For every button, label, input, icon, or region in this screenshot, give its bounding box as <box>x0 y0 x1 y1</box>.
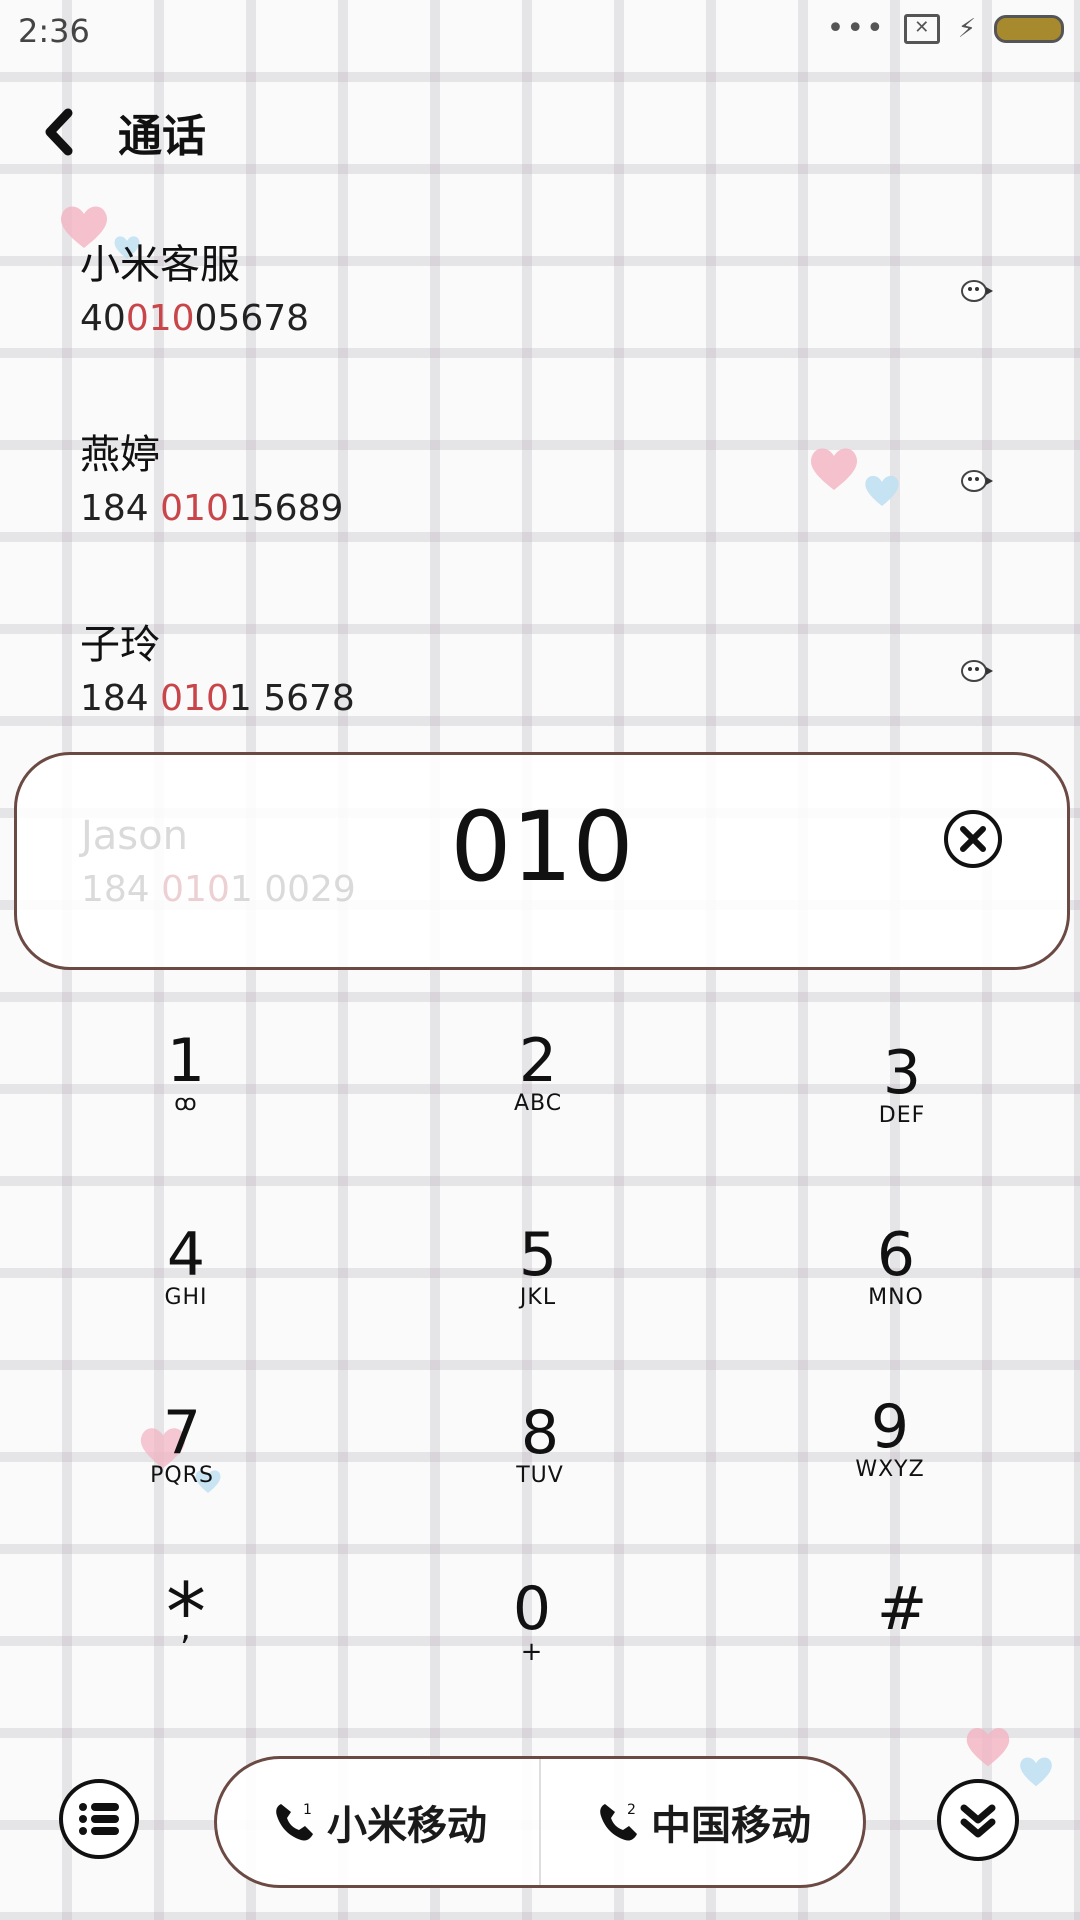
svg-text:1: 1 <box>303 1802 312 1818</box>
key-7[interactable]: 7 PQRS <box>62 1400 302 1550</box>
key-6[interactable]: 6 MNO <box>776 1222 1016 1372</box>
contact-number: 4001005678 <box>80 298 310 339</box>
key-1[interactable]: 1 ꝏ <box>66 1028 306 1178</box>
list-item[interactable]: 燕婷 184 01015689 <box>80 430 343 532</box>
key-2[interactable]: 2 ABC <box>418 1028 658 1178</box>
key-3[interactable]: 3 DEF <box>782 1040 1022 1190</box>
key-5[interactable]: 5 JKL <box>418 1222 658 1372</box>
contact-detail-icon[interactable] <box>960 468 994 494</box>
key-hash[interactable]: # <box>782 1576 1022 1726</box>
charging-icon: ⚡ <box>957 14 976 44</box>
key-4[interactable]: 4 GHI <box>66 1222 306 1372</box>
key-0[interactable]: 0 + <box>412 1576 652 1726</box>
menu-list-icon[interactable] <box>58 1778 140 1860</box>
status-time: 2:36 <box>18 12 90 50</box>
status-bar: 2:36 ••• ✕ ⚡ <box>0 0 1080 62</box>
phone-sim2-icon: 2 <box>600 1802 637 1841</box>
status-icons: ••• ✕ ⚡ <box>827 14 1064 44</box>
heart-decoration-icon <box>810 448 858 490</box>
contact-number: 184 01015689 <box>80 488 344 529</box>
heart-decoration-icon <box>865 475 899 506</box>
contact-detail-icon[interactable] <box>960 658 994 684</box>
contact-name: 小米客服 <box>80 242 240 288</box>
contact-number: 184 0101 5678 <box>80 678 355 719</box>
sim1-label: 小米移动 <box>327 1803 487 1849</box>
heart-decoration-icon <box>966 1728 1010 1767</box>
contact-name: 燕婷 <box>80 432 160 478</box>
call-sim2-button[interactable]: 2 中国移动 <box>541 1759 863 1885</box>
call-buttons: 1 小米移动 2 中国移动 <box>214 1756 866 1888</box>
key-8[interactable]: 8 TUV <box>420 1400 660 1550</box>
svg-text:2: 2 <box>627 1802 636 1818</box>
page-title: 通话 <box>118 111 206 162</box>
sim2-label: 中国移动 <box>651 1803 811 1849</box>
more-dots-icon: ••• <box>826 11 886 46</box>
contact-name: 子玲 <box>80 622 160 668</box>
no-sim-icon: ✕ <box>903 14 940 44</box>
collapse-keypad-icon[interactable] <box>936 1778 1020 1862</box>
back-arrow-icon[interactable] <box>40 107 80 157</box>
battery-icon <box>994 15 1064 43</box>
call-sim1-button[interactable]: 1 小米移动 <box>217 1759 539 1885</box>
dial-number-display[interactable]: 010 <box>17 791 1067 903</box>
phone-sim1-icon: 1 <box>276 1802 313 1841</box>
contact-detail-icon[interactable] <box>960 278 994 304</box>
list-item[interactable]: 子玲 184 0101 5678 <box>80 620 355 722</box>
header: 通话 <box>40 100 206 164</box>
dial-input-bar: Jason 184 0101 0029 010 <box>14 752 1070 970</box>
clear-icon[interactable] <box>943 809 1003 869</box>
key-9[interactable]: 9 WXYZ <box>770 1394 1010 1544</box>
key-star[interactable]: * , <box>66 1573 306 1730</box>
list-item[interactable]: 小米客服 4001005678 <box>80 240 309 342</box>
heart-decoration-icon <box>1020 1757 1052 1787</box>
